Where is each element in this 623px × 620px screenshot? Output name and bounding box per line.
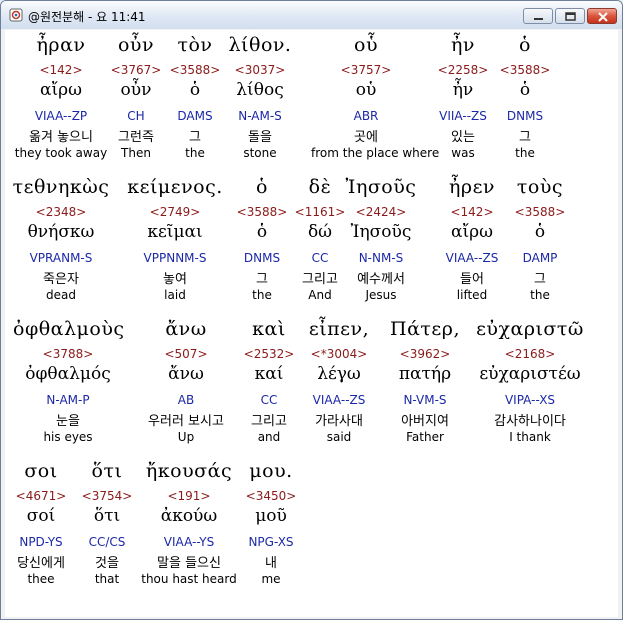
lemma: πατήρ: [398, 364, 452, 384]
english-gloss: stone: [243, 146, 277, 160]
greek-word: ὁ: [519, 34, 531, 56]
greek-word: ὀφθαλμοὺς: [13, 318, 125, 340]
strong-number: <3588>: [499, 63, 551, 77]
korean-gloss: 곳에: [354, 130, 378, 145]
korean-gloss: 눈을: [56, 414, 80, 429]
strong-number: <3450>: [245, 489, 297, 503]
strong-number: <3788>: [42, 347, 94, 361]
morphology-code: VPRANM-S: [29, 251, 93, 265]
korean-gloss: 감사하나이다: [494, 414, 566, 429]
english-gloss: dead: [46, 288, 76, 302]
english-gloss: his eyes: [43, 430, 93, 444]
strong-number: <3588>: [514, 205, 566, 219]
lemma: εὐχαριστέω: [479, 364, 581, 384]
close-button[interactable]: [587, 8, 617, 24]
morphology-code: VIPA--XS: [504, 393, 556, 407]
lemma: ὁ: [534, 222, 546, 242]
strong-number: <2168>: [504, 347, 556, 361]
korean-gloss: 아버지여: [401, 414, 449, 429]
english-gloss: from the place where: [311, 146, 440, 160]
english-gloss: Father: [406, 430, 444, 444]
strong-number: <3962>: [399, 347, 451, 361]
maximize-button[interactable]: [555, 8, 585, 24]
morphology-code: N-VM-S: [403, 393, 447, 407]
korean-gloss: 돌을: [248, 130, 272, 145]
morphology-code: NPG-XS: [248, 535, 294, 549]
minimize-button[interactable]: [523, 8, 553, 24]
morphology-code: DAMP: [522, 251, 558, 265]
greek-word: μου.: [249, 460, 293, 482]
close-icon: [598, 12, 608, 22]
korean-gloss: 내: [265, 556, 277, 571]
greek-word: λίθον.: [228, 34, 292, 56]
lemma: θνήσκω: [27, 222, 95, 242]
greek-word: εὐχαριστῶ: [476, 318, 584, 340]
lemma: λίθος: [236, 80, 284, 100]
lemma: ὀφθαλμός: [25, 364, 111, 384]
greek-word: οὗ: [354, 34, 378, 56]
greek-word: τοὺς: [516, 176, 564, 198]
morphology-code: DNMS: [506, 109, 544, 123]
strong-number: <3037>: [234, 63, 286, 77]
analysis-panel: ἦραν <142> αἴρω VIAA--ZP 옮겨 놓으니 they too…: [5, 30, 618, 617]
korean-gloss: 죽은자: [43, 272, 79, 287]
app-window: @원전분해 - 요 11:41 ἦραν <142> αἴρω VIAA--ZP…: [0, 0, 623, 620]
lemma: οὑ: [355, 80, 377, 100]
title-bar[interactable]: @원전분해 - 요 11:41: [1, 1, 622, 29]
korean-gloss: 그: [519, 130, 531, 145]
english-gloss: the: [515, 146, 535, 160]
window-title: @원전분해 - 요 11:41: [28, 10, 146, 24]
english-gloss: me: [261, 572, 281, 586]
lemma: ὁ: [519, 80, 531, 100]
greek-word: τεθνηκὼς: [12, 176, 110, 198]
strong-number: <3757>: [340, 63, 392, 77]
strong-number: <2348>: [35, 205, 87, 219]
greek-word: Πάτερ,: [390, 318, 460, 340]
app-icon: [9, 8, 23, 22]
korean-gloss: 그: [534, 272, 546, 287]
morphology-code: ABR: [353, 109, 379, 123]
english-gloss: I thank: [509, 430, 551, 444]
maximize-icon: [565, 12, 576, 21]
english-gloss: the: [530, 288, 550, 302]
minimize-icon: [534, 18, 543, 20]
morphology-code: N-AM-S: [238, 109, 282, 123]
lemma: μοῦ: [255, 506, 287, 526]
morphology-code: N-AM-P: [46, 393, 90, 407]
